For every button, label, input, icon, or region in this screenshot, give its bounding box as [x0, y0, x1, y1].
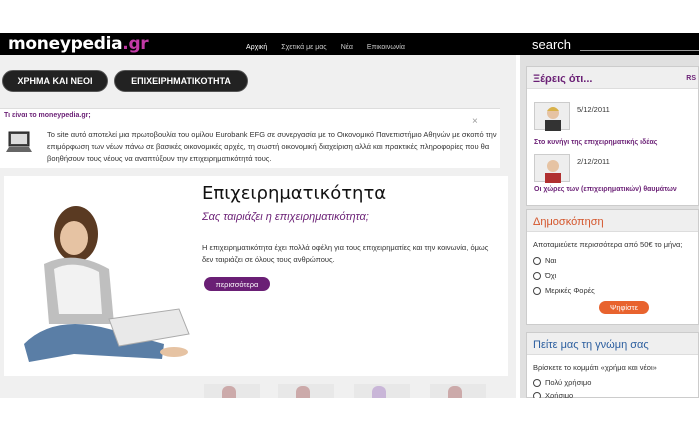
radio-button[interactable]: [533, 286, 541, 295]
thumbnail-3[interactable]: [354, 384, 410, 398]
poll-panel: Δημοσκόπηση Αποταμιεύετε περισσότερα από…: [526, 209, 699, 325]
hero-text: Η επιχειρηματικότητα έχει πολλά οφέλη γι…: [202, 243, 489, 264]
tab-entrepreneurship[interactable]: ΕΠΙΧΕΙΡΗΜΑΤΙΚΟΤΗΤΑ: [114, 70, 248, 92]
poll-option-sometimes[interactable]: Μερικές Φορές: [533, 286, 595, 295]
news-image-2[interactable]: [534, 154, 570, 183]
more-button[interactable]: περισσότερα: [204, 277, 270, 291]
poll-title: Δημοσκόπηση: [527, 210, 698, 232]
news-title-1[interactable]: Στο κυνήγι της επιχειρηματικής ιδέας: [534, 139, 657, 146]
logo[interactable]: moneypedia.gr: [8, 34, 149, 54]
radio-button[interactable]: [533, 271, 541, 280]
opinion-option-very-useful[interactable]: Πολύ χρήσιμο: [533, 378, 591, 387]
thumbnail-1[interactable]: [204, 384, 260, 398]
radio-button[interactable]: [533, 256, 541, 265]
opinion-option-label: Πολύ χρήσιμο: [545, 378, 592, 387]
nav-home[interactable]: Αρχική: [246, 44, 267, 51]
person-icon: [545, 107, 561, 131]
tab-money-youth[interactable]: ΧΡΗΜΑ ΚΑΙ ΝΕΟΙ: [2, 70, 108, 92]
laptop-icon: [6, 131, 32, 152]
person-icon: [372, 386, 386, 398]
news-title-2[interactable]: Οι χώρες των (επιχειρηματικών) θαυμάτων: [534, 186, 677, 193]
nav-news[interactable]: Νέα: [341, 44, 353, 51]
opinion-question: Βρίσκετε το κομμάτι «χρήμα και νέοι»: [533, 363, 657, 372]
person-icon: [545, 160, 561, 183]
poll-option-no[interactable]: Όχι: [533, 271, 556, 280]
search-label: search: [532, 37, 572, 52]
person-icon: [448, 386, 462, 398]
info-title: Τι είναι το moneypedia.gr;: [4, 112, 91, 119]
logo-suffix: .gr: [122, 34, 149, 54]
news-image-1[interactable]: [534, 102, 570, 131]
radio-button[interactable]: [533, 378, 541, 387]
opinion-panel: Πείτε μας τη γνώμη σας Βρίσκετε το κομμά…: [526, 332, 699, 400]
rss-link[interactable]: RS: [686, 75, 696, 82]
poll-option-label: Ναι: [545, 256, 557, 265]
person-icon: [222, 386, 236, 398]
didyouknow-panel: Ξέρεις ότι... RS 5/12/2011 Στο κυνήγι τη…: [526, 66, 699, 206]
info-text: Το site αυτό αποτελεί μια πρωτοβουλία το…: [47, 130, 497, 163]
news-date-1: 5/12/2011: [577, 105, 610, 114]
nav-about[interactable]: Σχετικά με μας: [281, 44, 326, 51]
opinion-title: Πείτε μας τη γνώμη σας: [527, 333, 698, 355]
woman-laptop-image: [24, 206, 190, 362]
main-nav: Αρχική Σχετικά με μας Νέα Επικοινωνία: [246, 44, 405, 51]
search-box[interactable]: search: [532, 37, 699, 52]
hero-subtitle: Σας ταιριάζει η επιχειρηματικότητα;: [202, 211, 369, 223]
poll-option-label: Όχι: [545, 271, 557, 280]
news-date-2: 2/12/2011: [577, 157, 610, 166]
poll-question: Αποταμιεύετε περισσότερα από 50€ το μήνα…: [533, 240, 683, 249]
vote-button[interactable]: Ψηφίστε: [599, 301, 649, 314]
person-icon: [296, 386, 310, 398]
thumbnail-2[interactable]: [278, 384, 334, 398]
search-input[interactable]: [580, 50, 699, 51]
page-bottom-margin: [0, 398, 699, 430]
close-icon[interactable]: ×: [472, 116, 478, 127]
logo-main: moneypedia: [8, 34, 123, 54]
nav-contact[interactable]: Επικοινωνία: [367, 44, 405, 51]
hero-title: Επιχειρηματικότητα: [202, 183, 387, 204]
didyouknow-title: Ξέρεις ότι...: [527, 67, 698, 89]
poll-option-label: Μερικές Φορές: [545, 286, 595, 295]
thumbnail-4[interactable]: [430, 384, 486, 398]
poll-option-yes[interactable]: Ναι: [533, 256, 556, 265]
